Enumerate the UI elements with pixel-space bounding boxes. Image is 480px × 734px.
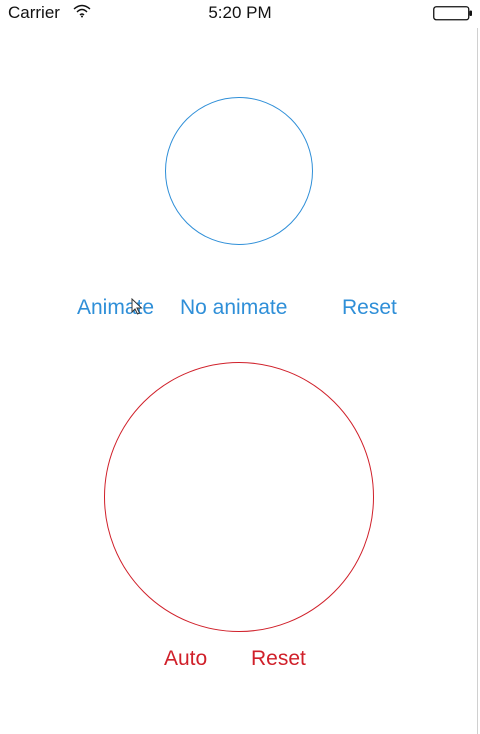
no-animate-button[interactable]: No animate — [180, 295, 287, 321]
screen-edge-divider — [477, 28, 478, 734]
red-circle-view — [104, 362, 374, 632]
blue-circle-view — [165, 97, 313, 245]
status-time: 5:20 PM — [208, 3, 272, 22]
mouse-pointer-icon — [131, 297, 143, 320]
battery-icon — [433, 6, 473, 27]
status-bar: Carrier 5:20 PM — [0, 0, 480, 26]
reset-bottom-button[interactable]: Reset — [251, 646, 306, 672]
reset-top-button[interactable]: Reset — [342, 295, 397, 321]
auto-button[interactable]: Auto — [164, 646, 207, 672]
